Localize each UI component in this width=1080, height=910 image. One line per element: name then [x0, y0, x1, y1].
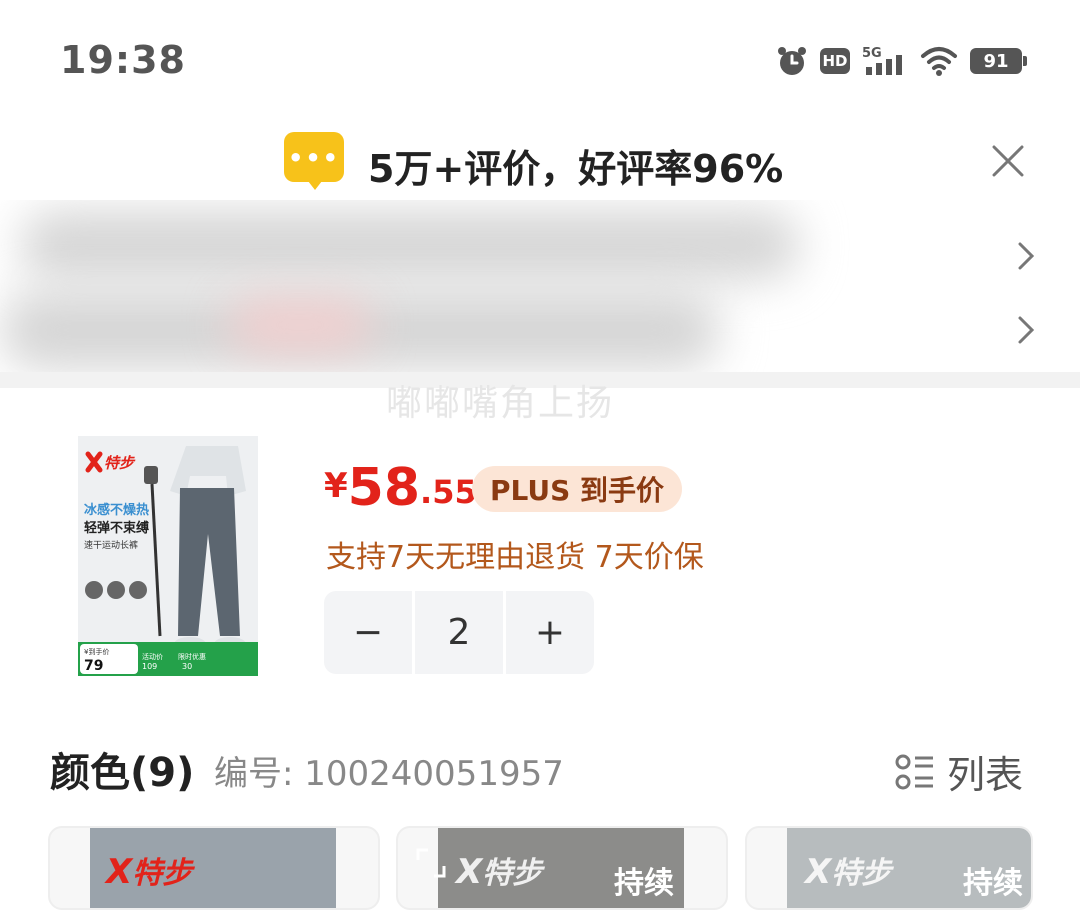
price-decimal: .55 — [420, 473, 477, 511]
expand-icon[interactable] — [414, 846, 448, 880]
promo-price: 79 — [84, 658, 103, 674]
status-time: 19:38 — [60, 38, 186, 82]
watermark-text: 嘟嘟嘴角上扬 — [386, 383, 615, 424]
quantity-value[interactable]: 2 — [415, 591, 503, 674]
price-currency: ¥ — [324, 466, 348, 506]
color-swatch[interactable]: X特步 持续 — [745, 826, 1033, 910]
product-image-brand: 特步 — [104, 454, 136, 472]
chevron-right-icon[interactable] — [1014, 312, 1038, 348]
redacted-address-area[interactable] — [0, 200, 1080, 385]
redacted-blob — [230, 300, 370, 350]
redacted-blob — [20, 210, 800, 280]
product-thumbnail[interactable]: 特步 冰感不燥热 轻弹不束缚 速干运动长裤 ¥到手价 79 活动价 109 限时… — [78, 436, 258, 676]
product-thumbnail-art: 特步 冰感不燥热 轻弹不束缚 速干运动长裤 ¥到手价 79 活动价 109 限时… — [78, 436, 258, 676]
status-bar: 19:38 HD 5G 91 — [0, 0, 1080, 120]
promo-sub1: 活动价 — [142, 652, 163, 661]
service-guarantee-text: 支持7天无理由退货 7天价保 — [326, 540, 704, 575]
color-section-title: 颜色(9) — [50, 750, 195, 796]
message-bubble-icon: ••• — [284, 132, 344, 190]
product-image-line1: 冰感不燥热 — [84, 502, 149, 518]
review-summary-text: 5万+评价，好评率96% — [368, 147, 784, 191]
swatch-brand-logo: X特步 — [456, 852, 543, 892]
status-icons: HD 5G 91 — [776, 44, 1027, 78]
battery-icon: 91 — [970, 48, 1027, 74]
promo-sub2: 限时优惠 — [178, 652, 206, 661]
signal-5g-icon: 5G — [862, 46, 902, 75]
promo-val1: 109 — [142, 662, 157, 671]
promo-label: ¥到手价 — [84, 647, 109, 656]
review-banner[interactable]: ••• 5万+评价，好评率96% — [0, 125, 1080, 200]
color-swatch[interactable]: X特步 持续 — [396, 826, 728, 910]
wifi-icon — [921, 47, 957, 76]
network-label: 5G — [862, 46, 882, 61]
increase-quantity-button[interactable]: + — [506, 591, 594, 674]
list-view-toggle[interactable]: 列表 — [895, 744, 1023, 799]
decrease-quantity-button[interactable]: − — [324, 591, 412, 674]
swatch-tag: 持续 — [963, 866, 1023, 901]
swatch-brand-logo: X特步 — [106, 852, 193, 892]
color-swatch[interactable]: X特步 — [48, 826, 380, 910]
price-row: ¥ 58 .55 — [324, 462, 477, 514]
product-image-line2: 轻弹不束缚 — [84, 520, 149, 536]
price-integer: 58 — [347, 458, 421, 518]
close-icon[interactable] — [988, 141, 1028, 181]
alarm-icon — [778, 47, 806, 75]
chevron-right-icon[interactable] — [1014, 238, 1038, 274]
sku-number: 编号: 100240051957 — [214, 754, 564, 794]
list-view-icon — [895, 754, 933, 789]
swatch-tag: 持续 — [614, 866, 674, 901]
hd-icon: HD — [820, 48, 850, 74]
plus-price-badge: PLUS 到手价 — [472, 466, 683, 512]
product-image-line3: 速干运动长裤 — [84, 539, 138, 551]
swatch-brand-logo: X特步 — [805, 852, 892, 892]
quantity-stepper: − 2 + — [324, 591, 594, 674]
promo-val2: 30 — [182, 662, 192, 671]
list-view-label: 列表 — [947, 753, 1024, 797]
